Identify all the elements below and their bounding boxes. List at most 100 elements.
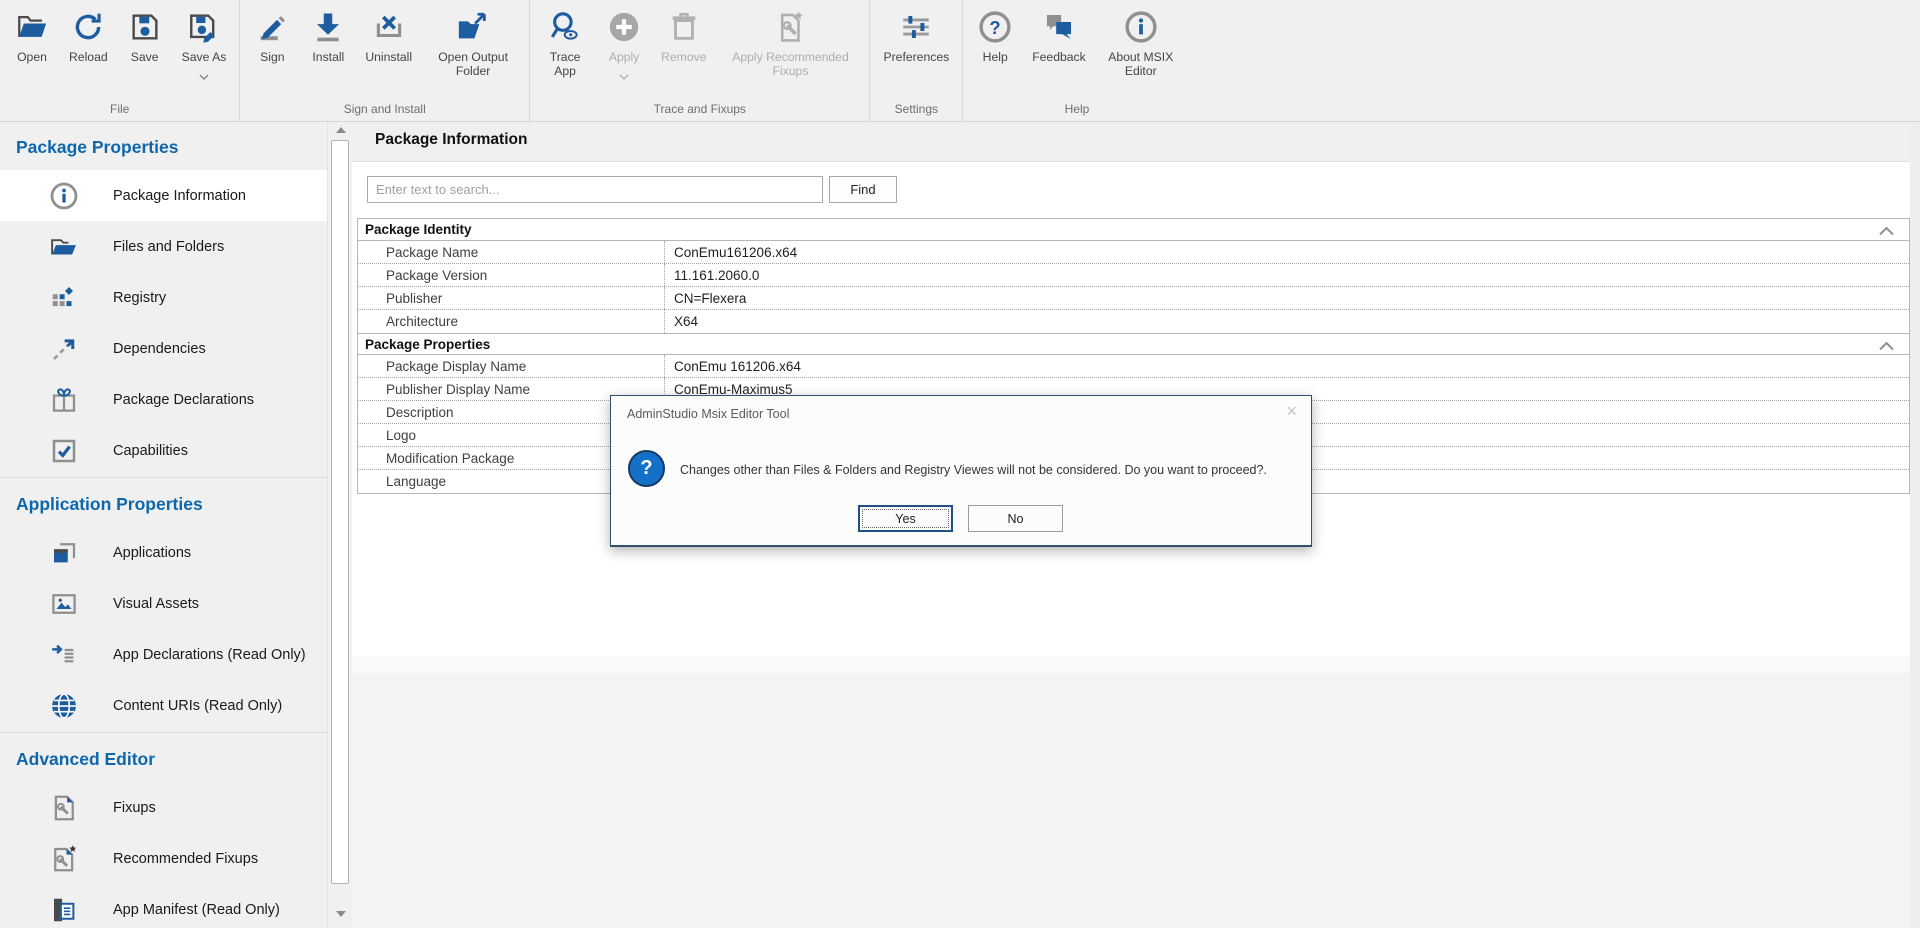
sidebar-item-content-uris[interactable]: Content URIs (Read Only) [0, 680, 327, 731]
help-circle-icon: ? [976, 7, 1014, 47]
sidebar-item-visual-assets[interactable]: Visual Assets [0, 578, 327, 629]
help-label: Help [983, 50, 1008, 64]
row-value[interactable]: CN=Flexera [664, 287, 1909, 309]
sidebar-item-app-manifest[interactable]: App Manifest (Read Only) [0, 884, 327, 928]
scrollbar-down-arrow[interactable] [328, 906, 353, 922]
table-row: Package Name ConEmu161206.x64 [358, 241, 1909, 264]
content-background [352, 673, 1910, 928]
apply-recommended-fixups-button[interactable]: Apply Recommended Fixups [715, 0, 865, 79]
reload-label: Reload [69, 50, 108, 64]
save-icon [126, 7, 164, 47]
row-label: Architecture [358, 310, 664, 333]
search-input[interactable] [367, 176, 823, 203]
save-label: Save [131, 50, 159, 64]
image-icon [48, 588, 80, 620]
apply-label: Apply [609, 50, 640, 64]
row-value[interactable]: ConEmu161206.x64 [664, 241, 1909, 263]
folder-icon [48, 231, 80, 263]
trace-app-button[interactable]: Trace App [534, 0, 596, 79]
group-label-settings: Settings [874, 100, 958, 121]
sidebar-item-app-declarations[interactable]: App Declarations (Read Only) [0, 629, 327, 680]
sidebar-scrollbar[interactable] [327, 122, 352, 928]
sidebar-header-advanced-editor: Advanced Editor [0, 734, 327, 782]
main-scrollbar-track[interactable] [1910, 122, 1920, 928]
checkbox-icon [48, 435, 80, 467]
scrollbar-up-arrow[interactable] [328, 122, 353, 138]
save-as-dropdown-icon[interactable] [199, 67, 209, 85]
sidebar-item-label: Dependencies [113, 341, 206, 357]
content-background [352, 656, 1910, 673]
dialog-title: AdminStudio Msix Editor Tool [627, 407, 789, 421]
sidebar-item-label: Fixups [113, 800, 156, 816]
open-label: Open [17, 50, 47, 64]
reload-icon [69, 7, 107, 47]
sidebar-item-label: Visual Assets [113, 596, 199, 612]
collapse-chevron-icon[interactable] [1878, 339, 1895, 354]
row-label: Package Display Name [358, 355, 664, 377]
triangle-down-icon [336, 911, 346, 917]
apply-button[interactable]: Apply [596, 0, 652, 85]
app-windows-icon [48, 537, 80, 569]
sign-button[interactable]: Sign [244, 0, 300, 64]
install-arrow-icon [309, 7, 347, 47]
info-circle-icon [1122, 7, 1160, 47]
feedback-button[interactable]: Feedback [1023, 0, 1095, 64]
sidebar-item-label: Package Declarations [113, 392, 254, 408]
sidebar-item-capabilities[interactable]: Capabilities [0, 425, 327, 476]
sidebar-item-applications[interactable]: Applications [0, 527, 327, 578]
sidebar-item-package-information[interactable]: Package Information [0, 170, 327, 221]
open-output-folder-button[interactable]: Open Output Folder [421, 0, 525, 79]
sidebar-item-fixups[interactable]: Fixups [0, 782, 327, 833]
apply-plus-icon [605, 7, 643, 47]
page-title: Package Information [375, 131, 527, 149]
registry-blocks-icon [48, 282, 80, 314]
apply-dropdown-icon[interactable] [619, 67, 629, 85]
reload-button[interactable]: Reload [60, 0, 117, 64]
triangle-up-icon [336, 127, 346, 133]
gift-box-icon [48, 384, 80, 416]
about-msix-editor-button[interactable]: About MSIX Editor [1095, 0, 1187, 79]
sidebar-item-recommended-fixups[interactable]: Recommended Fixups [0, 833, 327, 884]
yes-button[interactable]: Yes [858, 505, 953, 532]
row-label: Package Name [358, 241, 664, 263]
no-button[interactable]: No [968, 505, 1063, 532]
apply-recommended-fixups-label: Apply Recommended Fixups [724, 50, 856, 79]
sidebar-item-dependencies[interactable]: Dependencies [0, 323, 327, 374]
install-button[interactable]: Install [300, 0, 356, 64]
help-button[interactable]: ? Help [967, 0, 1023, 64]
save-as-button[interactable]: Save As [173, 0, 236, 85]
close-icon[interactable]: × [1286, 402, 1297, 420]
toolbar-group-trace-fixups: Trace App Apply Remove [530, 0, 870, 121]
uninstall-label: Uninstall [365, 50, 412, 64]
about-msix-editor-label: About MSIX Editor [1104, 50, 1178, 79]
confirmation-dialog: AdminStudio Msix Editor Tool × ? Changes… [610, 395, 1312, 547]
table-row: Package Display Name ConEmu 161206.x64 [358, 355, 1909, 378]
group-label-help: Help [967, 100, 1187, 121]
sidebar-item-registry[interactable]: Registry [0, 272, 327, 323]
find-button[interactable]: Find [829, 176, 897, 203]
sidebar-nav: Package Properties Package Information F… [0, 122, 327, 928]
open-button[interactable]: Open [4, 0, 60, 64]
toolbar-group-file: Open Reload Save Save As [0, 0, 240, 121]
sliders-icon [897, 7, 935, 47]
dialog-message: Changes other than Files & Folders and R… [680, 463, 1267, 477]
sidebar-item-package-declarations[interactable]: Package Declarations [0, 374, 327, 425]
row-value[interactable]: 11.161.2060.0 [664, 264, 1909, 286]
uninstall-button[interactable]: Uninstall [356, 0, 421, 64]
sidebar-item-label: Content URIs (Read Only) [113, 698, 282, 714]
row-value[interactable]: ConEmu 161206.x64 [664, 355, 1909, 377]
remove-button[interactable]: Remove [652, 0, 715, 64]
trash-icon [665, 7, 703, 47]
sidebar-item-files-and-folders[interactable]: Files and Folders [0, 221, 327, 272]
collapse-chevron-icon[interactable] [1878, 224, 1895, 239]
save-button[interactable]: Save [117, 0, 173, 64]
open-folder-icon [13, 7, 51, 47]
row-value[interactable]: X64 [664, 310, 1909, 333]
open-output-folder-label: Open Output Folder [430, 50, 516, 79]
preferences-button[interactable]: Preferences [874, 0, 958, 64]
open-output-folder-icon [454, 7, 492, 47]
sidebar-item-label: Package Information [113, 188, 246, 204]
uninstall-icon [370, 7, 408, 47]
scrollbar-thumb[interactable] [331, 140, 349, 884]
table-row: Architecture X64 [358, 310, 1909, 333]
